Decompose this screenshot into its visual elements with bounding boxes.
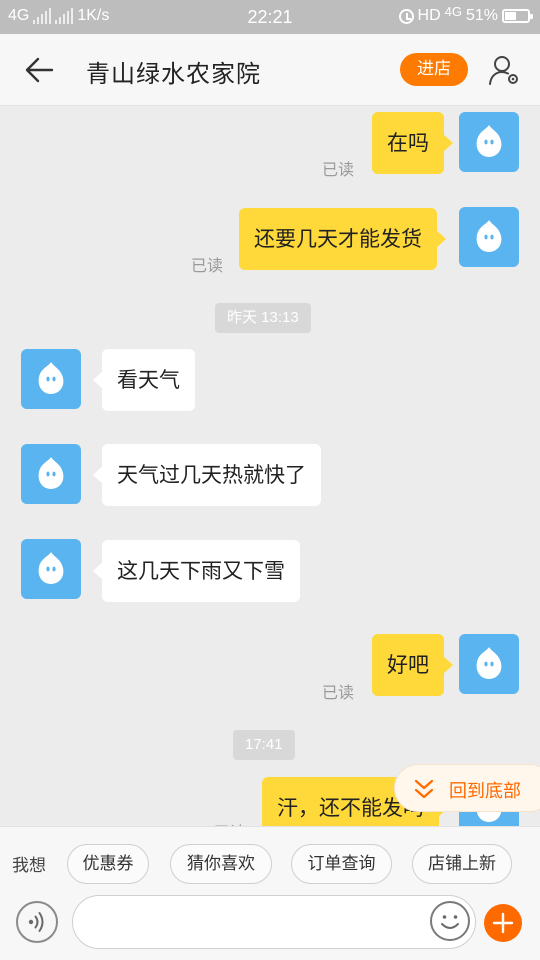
avatar-mascot-icon <box>38 362 64 394</box>
avatar-shop[interactable] <box>21 349 81 409</box>
message-bubble-received[interactable]: 这几天下雨又下雪 <box>93 540 300 602</box>
message-bubble-sent[interactable]: 还要几天才能发货 <box>239 208 446 270</box>
quick-actions-label: 我想 <box>12 856 46 876</box>
avatar-me[interactable] <box>459 112 519 172</box>
back-to-bottom-label: 回到底部 <box>449 781 521 802</box>
voice-input-button[interactable] <box>16 901 58 943</box>
hd-label: HD <box>417 7 441 24</box>
avatar-mascot-icon <box>38 552 64 584</box>
message-bubble-sent[interactable]: 好吧 <box>372 634 453 696</box>
chip-new-arrivals[interactable]: 店铺上新 <box>412 844 512 884</box>
smiley-icon <box>441 915 459 929</box>
avatar-me[interactable] <box>459 207 519 267</box>
more-actions-button[interactable] <box>484 904 522 942</box>
read-receipt: 已读 <box>191 256 224 275</box>
enter-store-button[interactable]: 进店 <box>400 53 468 86</box>
read-receipt: 已读 <box>322 160 355 179</box>
avatar-shop[interactable] <box>21 444 81 504</box>
chat-area[interactable]: 在吗 已读 还要几天才能发货 已读 昨天 13:13 看天气 天气过几天热就快了… <box>0 106 540 826</box>
message-bubble-received[interactable]: 天气过几天热就快了 <box>93 444 321 506</box>
voice-icon <box>28 912 44 932</box>
plus-icon <box>492 912 514 934</box>
avatar-mascot-icon <box>476 647 502 679</box>
shop-title: 青山绿水农家院 <box>86 60 261 88</box>
read-receipt: 已读 <box>322 683 355 702</box>
double-chevron-down-icon <box>414 779 434 799</box>
network-type-2: 4G <box>444 3 462 19</box>
user-settings-icon[interactable] <box>488 54 520 86</box>
input-panel: 我想 优惠券 猜你喜欢 订单查询 店铺上新 <box>0 826 540 960</box>
avatar-mascot-icon <box>38 457 64 489</box>
battery-icon <box>502 9 533 23</box>
back-arrow-icon[interactable] <box>24 56 54 84</box>
emoji-button[interactable] <box>430 901 470 941</box>
chip-recommend[interactable]: 猜你喜欢 <box>170 844 272 884</box>
chip-order-query[interactable]: 订单查询 <box>291 844 392 884</box>
message-input[interactable] <box>72 895 476 949</box>
avatar-mascot-icon <box>476 125 502 157</box>
avatar-mascot-icon <box>476 220 502 252</box>
timestamp-divider: 昨天 13:13 <box>215 303 311 333</box>
battery-fill <box>505 12 516 20</box>
timestamp-divider: 17:41 <box>233 730 295 760</box>
avatar-shop[interactable] <box>21 539 81 599</box>
chip-coupon[interactable]: 优惠券 <box>67 844 149 884</box>
chat-header: 青山绿水农家院 进店 <box>0 34 540 106</box>
read-receipt: 已读 <box>214 819 246 826</box>
back-to-bottom-button[interactable]: 回到底部 <box>394 764 540 812</box>
alarm-icon <box>398 8 414 24</box>
battery-percent: 51% <box>465 7 498 24</box>
message-bubble-received[interactable]: 看天气 <box>93 349 195 411</box>
message-bubble-sent[interactable]: 在吗 <box>372 112 453 174</box>
avatar-me[interactable] <box>459 634 519 694</box>
status-bar: 4G 1K/s 22:21 HD 4G 51% <box>0 0 540 34</box>
